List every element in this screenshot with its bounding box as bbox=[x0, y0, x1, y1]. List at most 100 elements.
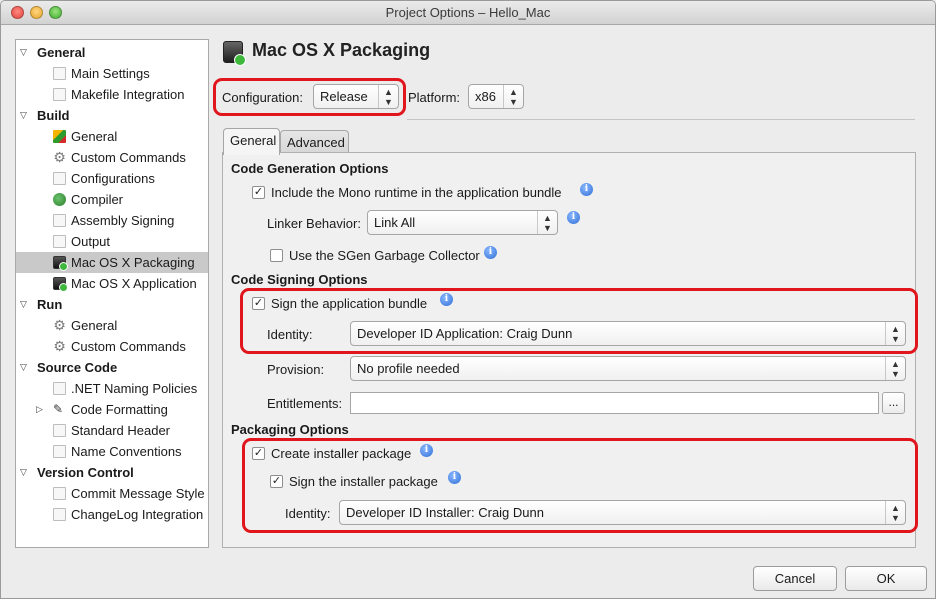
sidebar-item-mac-os-x-packaging[interactable]: Mac OS X Packaging bbox=[16, 252, 208, 273]
sidebar-item-makefile-integration[interactable]: Makefile Integration bbox=[16, 84, 208, 105]
linker-behavior-select[interactable]: Link All ▲ ▼ bbox=[367, 210, 558, 235]
checkmark-icon: ✓ bbox=[271, 475, 282, 487]
title-bar: Project Options – Hello_Mac bbox=[1, 1, 935, 25]
sidebar-item-label: Version Control bbox=[37, 465, 134, 480]
sidebar-item-main-settings[interactable]: Main Settings bbox=[16, 63, 208, 84]
sidebar-item-commit-message-style[interactable]: Commit Message Style bbox=[16, 483, 208, 504]
sidebar-item-code-formatting[interactable]: ▷ ✎ Code Formatting bbox=[16, 399, 208, 420]
linker-behavior-label: Linker Behavior: bbox=[267, 216, 361, 231]
blank-page-icon bbox=[53, 214, 66, 227]
sidebar-item-mac-os-x-application[interactable]: Mac OS X Application bbox=[16, 273, 208, 294]
checkmark-icon: ✓ bbox=[253, 186, 264, 198]
platform-select-value: x86 bbox=[475, 89, 496, 104]
info-icon[interactable]: i bbox=[567, 211, 580, 224]
blank-page-icon bbox=[53, 88, 66, 101]
tab-advanced[interactable]: Advanced bbox=[280, 130, 349, 154]
gear-icon: ⚙ bbox=[53, 338, 66, 354]
installer-identity-value: Developer ID Installer: Craig Dunn bbox=[346, 505, 544, 520]
ok-button[interactable]: OK bbox=[845, 566, 927, 591]
sgen-gc-checkbox[interactable] bbox=[270, 249, 283, 262]
window-title: Project Options – Hello_Mac bbox=[385, 5, 551, 20]
platform-select[interactable]: x86 ▲ ▼ bbox=[468, 84, 524, 109]
sidebar-item-label: Configurations bbox=[71, 171, 155, 186]
entitlements-label: Entitlements: bbox=[267, 396, 343, 411]
sidebar-item-label: Assembly Signing bbox=[71, 213, 175, 228]
create-installer-label: Create installer package bbox=[271, 446, 412, 461]
sgen-gc-label: Use the SGen Garbage Collector bbox=[289, 248, 480, 263]
checkmark-icon: ✓ bbox=[253, 297, 264, 309]
sign-installer-checkbox[interactable]: ✓ bbox=[270, 475, 283, 488]
blank-page-icon bbox=[53, 235, 66, 248]
sidebar-item-label: Source Code bbox=[37, 360, 118, 375]
sidebar-item-label: Run bbox=[37, 297, 63, 312]
sidebar-category-version-control[interactable]: ▽ Version Control bbox=[16, 462, 208, 483]
blank-page-icon bbox=[53, 172, 66, 185]
header-divider bbox=[407, 119, 915, 120]
info-icon[interactable]: i bbox=[448, 471, 461, 484]
disclosure-expanded-icon[interactable]: ▽ bbox=[20, 294, 30, 315]
create-installer-checkbox[interactable]: ✓ bbox=[252, 447, 265, 460]
options-sidebar-tree[interactable]: ▽ General Main Settings Makefile Integratio… bbox=[15, 39, 209, 548]
sidebar-item-label: Main Settings bbox=[71, 66, 150, 81]
info-icon[interactable]: i bbox=[420, 444, 433, 457]
sign-installer-label: Sign the installer package bbox=[289, 474, 438, 489]
configuration-label: Configuration: bbox=[222, 90, 303, 105]
select-arrows-icon: ▲ ▼ bbox=[885, 501, 905, 524]
sidebar-item-label: Standard Header bbox=[71, 423, 171, 438]
signing-identity-select[interactable]: Developer ID Application: Craig Dunn ▲ ▼ bbox=[350, 321, 906, 346]
configuration-select[interactable]: Release ▲ ▼ bbox=[313, 84, 399, 109]
sidebar-item-custom-commands[interactable]: ⚙ Custom Commands bbox=[16, 147, 208, 168]
disclosure-expanded-icon[interactable]: ▽ bbox=[20, 42, 30, 63]
gear-icon: ⚙ bbox=[53, 317, 66, 333]
provision-select[interactable]: No profile needed ▲ ▼ bbox=[350, 356, 906, 381]
select-arrows-icon: ▲ ▼ bbox=[885, 322, 905, 345]
mac-app-icon bbox=[53, 277, 68, 292]
code-generation-section-title: Code Generation Options bbox=[231, 161, 389, 176]
page-title: Mac OS X Packaging bbox=[252, 40, 431, 60]
platform-label: Platform: bbox=[408, 90, 461, 105]
entitlements-field[interactable] bbox=[350, 392, 879, 414]
sidebar-category-source-code[interactable]: ▽ Source Code bbox=[16, 357, 208, 378]
sidebar-item-label: Build bbox=[37, 108, 70, 123]
include-mono-checkbox[interactable]: ✓ bbox=[252, 186, 265, 199]
info-icon[interactable]: i bbox=[440, 293, 453, 306]
sidebar-category-general[interactable]: ▽ General bbox=[16, 42, 208, 63]
sidebar-item-configurations[interactable]: Configurations bbox=[16, 168, 208, 189]
sidebar-category-run[interactable]: ▽ Run bbox=[16, 294, 208, 315]
disclosure-collapsed-icon[interactable]: ▷ bbox=[36, 399, 46, 420]
sidebar-item-name-conventions[interactable]: Name Conventions bbox=[16, 441, 208, 462]
installer-identity-select[interactable]: Developer ID Installer: Craig Dunn ▲ ▼ bbox=[339, 500, 906, 525]
sidebar-item-changelog-integration[interactable]: ChangeLog Integration bbox=[16, 504, 208, 525]
tab-general[interactable]: General bbox=[223, 128, 280, 155]
sidebar-item-custom-commands[interactable]: ⚙ Custom Commands bbox=[16, 336, 208, 357]
disclosure-expanded-icon[interactable]: ▽ bbox=[20, 357, 30, 378]
sidebar-item-general[interactable]: ⚙ General bbox=[16, 315, 208, 336]
cancel-button[interactable]: Cancel bbox=[753, 566, 837, 591]
disclosure-expanded-icon[interactable]: ▽ bbox=[20, 462, 30, 483]
linker-behavior-value: Link All bbox=[374, 215, 416, 230]
blank-page-icon bbox=[53, 382, 66, 395]
provision-label: Provision: bbox=[267, 362, 325, 377]
compiler-icon bbox=[53, 193, 66, 206]
sign-bundle-checkbox[interactable]: ✓ bbox=[252, 297, 265, 310]
sidebar-item-label: Custom Commands bbox=[71, 339, 186, 354]
mac-app-icon bbox=[223, 41, 246, 66]
entitlements-browse-button[interactable]: ... bbox=[882, 392, 905, 414]
sidebar-item-compiler[interactable]: Compiler bbox=[16, 189, 208, 210]
sidebar-item-label: Code Formatting bbox=[71, 402, 168, 417]
build-general-icon bbox=[53, 130, 66, 143]
sidebar-item-assembly-signing[interactable]: Assembly Signing bbox=[16, 210, 208, 231]
blank-page-icon bbox=[53, 445, 66, 458]
sidebar-item-standard-header[interactable]: Standard Header bbox=[16, 420, 208, 441]
sidebar-item-net-naming-policies[interactable]: .NET Naming Policies bbox=[16, 378, 208, 399]
sidebar-category-build[interactable]: ▽ Build bbox=[16, 105, 208, 126]
select-arrows-icon: ▲ ▼ bbox=[885, 357, 905, 380]
sidebar-item-output[interactable]: Output bbox=[16, 231, 208, 252]
blank-page-icon bbox=[53, 508, 66, 521]
info-icon[interactable]: i bbox=[580, 183, 593, 196]
sidebar-item-general[interactable]: General bbox=[16, 126, 208, 147]
mac-app-icon bbox=[53, 256, 68, 271]
disclosure-expanded-icon[interactable]: ▽ bbox=[20, 105, 30, 126]
info-icon[interactable]: i bbox=[484, 246, 497, 259]
blank-page-icon bbox=[53, 487, 66, 500]
